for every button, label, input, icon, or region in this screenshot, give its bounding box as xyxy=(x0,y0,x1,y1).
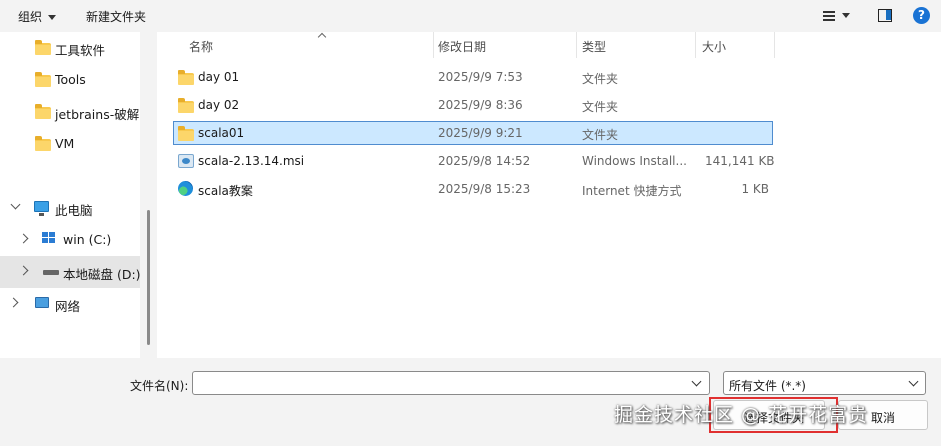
folder-icon xyxy=(35,72,51,87)
file-date: 2025/9/8 14:52 xyxy=(438,154,531,168)
folder-icon xyxy=(178,126,194,141)
file-type: Internet 快捷方式 xyxy=(582,184,682,198)
dialog-footer: 文件名(N): 所有文件 (*.*) 选择文件夹 取消 掘金技术社区 @ 花开花… xyxy=(0,358,941,446)
nav-item-this-pc[interactable]: 此电脑 xyxy=(0,192,140,224)
watermark-text: 掘金技术社区 @ 花开花富贵 xyxy=(614,404,869,426)
chevron-down-icon xyxy=(48,15,57,20)
filetype-value: 所有文件 (*.*) xyxy=(729,379,806,393)
nav-item-label: win (C:) xyxy=(63,232,112,247)
folder-icon xyxy=(35,104,51,119)
file-name: scala教案 xyxy=(198,184,253,198)
msi-installer-icon xyxy=(178,154,194,168)
file-date: 2025/9/8 15:23 xyxy=(438,182,531,196)
nav-scrollbar-thumb[interactable] xyxy=(147,210,150,345)
nav-item-label: jetbrains-破解 xyxy=(55,107,140,122)
column-header-size[interactable]: 大小 xyxy=(696,32,774,58)
column-header-type[interactable]: 类型 xyxy=(577,32,695,58)
file-size: 1 KB xyxy=(741,182,769,196)
file-date: 2025/9/9 7:53 xyxy=(438,70,523,84)
file-name: scala01 xyxy=(198,126,245,140)
file-type: 文件夹 xyxy=(582,72,619,86)
drive-icon xyxy=(43,270,59,275)
filetype-select[interactable]: 所有文件 (*.*) xyxy=(723,371,926,395)
nav-item-drive-d[interactable]: 本地磁盘 (D:) xyxy=(0,256,140,288)
file-type: 文件夹 xyxy=(582,100,619,114)
folder-icon xyxy=(178,98,194,113)
network-icon xyxy=(35,297,49,308)
column-header-date[interactable]: 修改日期 xyxy=(434,32,576,58)
view-list-icon[interactable] xyxy=(823,11,835,21)
file-list: 名称 修改日期 类型 大小 day 01 2025/9/9 7:53 文件夹 d… xyxy=(157,32,941,358)
column-header-label: 大小 xyxy=(702,40,727,54)
view-options-chevron-icon[interactable] xyxy=(842,13,850,18)
organize-label: 组织 xyxy=(18,10,43,24)
navigation-pane: 工具软件 Tools jetbrains-破解 VM 此电脑 win (C:) … xyxy=(0,32,140,358)
nav-item-tools-software[interactable]: 工具软件 xyxy=(0,32,140,64)
nav-item-network[interactable]: 网络 xyxy=(0,288,140,320)
nav-item-label: VM xyxy=(55,136,75,151)
chevron-down-icon[interactable] xyxy=(10,199,21,210)
windows-drive-icon xyxy=(42,232,56,244)
nav-item-label: 网络 xyxy=(55,299,81,314)
chevron-down-icon xyxy=(908,376,919,387)
file-date: 2025/9/9 8:36 xyxy=(438,98,523,112)
nav-item-label: Tools xyxy=(55,72,86,87)
file-row[interactable]: scala-2.13.14.msi 2025/9/8 14:52 Windows… xyxy=(173,149,775,173)
filename-input[interactable] xyxy=(192,371,710,395)
column-header-name[interactable]: 名称 xyxy=(173,32,433,58)
chevron-right-icon[interactable] xyxy=(8,297,19,308)
toolbar: 组织 新建文件夹 ? xyxy=(0,0,941,32)
nav-item-drive-c[interactable]: win (C:) xyxy=(0,224,140,256)
nav-item-vm[interactable]: VM xyxy=(0,128,140,160)
folder-icon xyxy=(35,40,51,55)
file-row[interactable]: day 01 2025/9/9 7:53 文件夹 xyxy=(173,65,773,89)
file-row[interactable]: day 02 2025/9/9 8:36 文件夹 xyxy=(173,93,773,117)
folder-icon xyxy=(35,136,51,151)
file-name: day 01 xyxy=(198,70,240,84)
sort-ascending-icon xyxy=(319,32,327,38)
file-name: scala-2.13.14.msi xyxy=(198,154,305,168)
preview-pane-icon[interactable] xyxy=(878,9,892,22)
help-icon[interactable]: ? xyxy=(913,7,930,24)
chevron-right-icon[interactable] xyxy=(18,233,29,244)
nav-item-jetbrains[interactable]: jetbrains-破解 xyxy=(0,96,140,128)
column-header-label: 修改日期 xyxy=(438,40,487,54)
nav-item-label: 工具软件 xyxy=(55,43,106,58)
file-row[interactable]: scala教案 2025/9/8 15:23 Internet 快捷方式 1 K… xyxy=(173,177,773,201)
file-row-selected[interactable]: scala01 2025/9/9 9:21 文件夹 xyxy=(173,121,773,145)
column-header-label: 名称 xyxy=(189,40,214,54)
new-folder-button[interactable]: 新建文件夹 xyxy=(86,8,146,25)
file-type: 文件夹 xyxy=(582,128,619,142)
filename-label: 文件名(N): xyxy=(130,379,189,393)
nav-item-label: 本地磁盘 (D:) xyxy=(63,267,140,282)
column-header-label: 类型 xyxy=(582,40,607,54)
nav-item-tools[interactable]: Tools xyxy=(0,64,140,96)
file-type: Windows Install... xyxy=(582,154,687,168)
file-name: day 02 xyxy=(198,98,240,112)
file-date: 2025/9/9 9:21 xyxy=(438,126,523,140)
computer-icon xyxy=(34,201,49,216)
nav-scrollbar[interactable] xyxy=(140,32,157,358)
cancel-label: 取消 xyxy=(871,411,896,425)
column-divider[interactable] xyxy=(774,32,775,58)
chevron-right-icon[interactable] xyxy=(18,265,29,276)
organize-button[interactable]: 组织 xyxy=(18,8,57,25)
edge-shortcut-icon xyxy=(178,181,193,196)
nav-item-label: 此电脑 xyxy=(55,203,93,218)
folder-icon xyxy=(178,70,194,85)
file-size: 141,141 KB xyxy=(705,154,775,168)
